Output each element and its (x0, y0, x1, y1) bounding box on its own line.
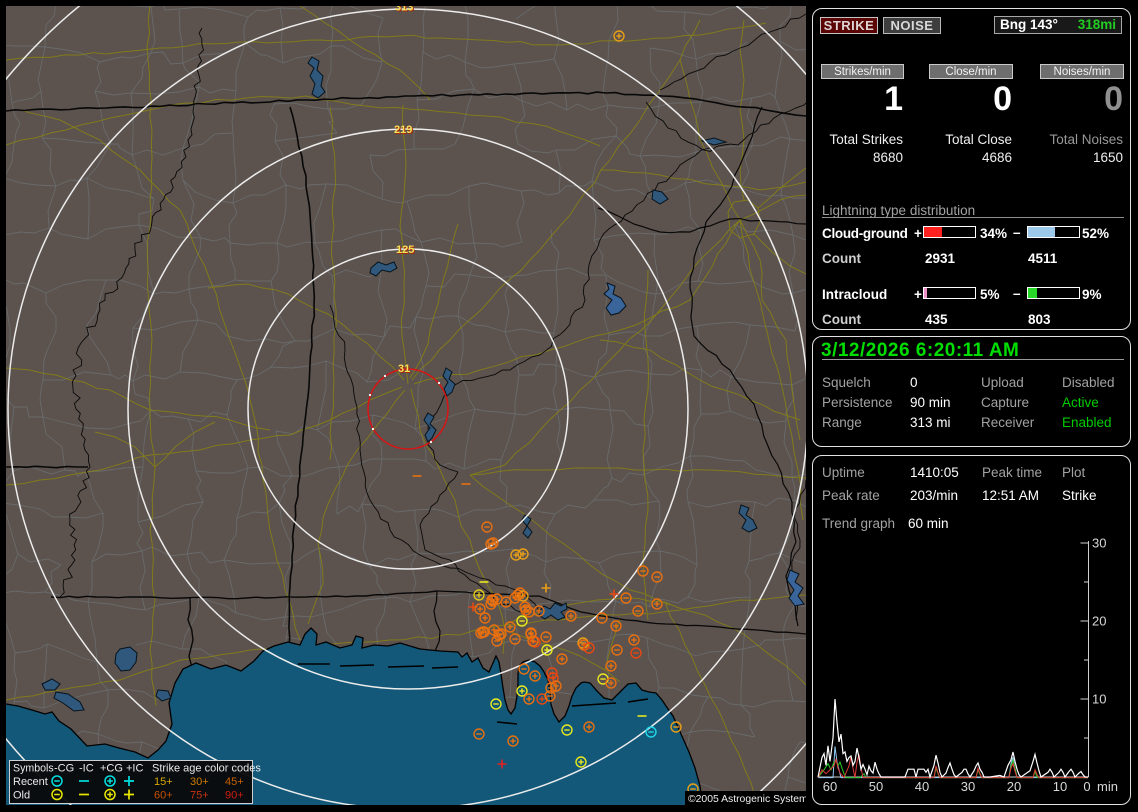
svg-text:+CG: +CG (100, 763, 123, 775)
svg-text:-IC: -IC (79, 763, 94, 775)
svg-text:30+: 30+ (190, 776, 209, 788)
svg-text:10: 10 (1092, 692, 1106, 707)
svg-text:Recent: Recent (13, 776, 48, 788)
svg-text:219: 219 (394, 124, 412, 136)
svg-text:Old: Old (13, 790, 30, 802)
svg-text:50: 50 (869, 779, 883, 794)
svg-text:10: 10 (1053, 779, 1067, 794)
svg-text:40: 40 (915, 779, 929, 794)
svg-text:30: 30 (961, 779, 975, 794)
svg-text:125: 125 (396, 244, 414, 256)
svg-text:-CG: -CG (54, 763, 74, 775)
svg-text:45+: 45+ (225, 776, 244, 788)
svg-text:min: min (1097, 779, 1118, 794)
svg-text:75+: 75+ (190, 790, 209, 802)
svg-text:30: 30 (1092, 536, 1106, 551)
svg-text:©2005 Astrogenic Systems: ©2005 Astrogenic Systems (688, 794, 813, 805)
svg-text:Symbols: Symbols (13, 763, 54, 775)
svg-text:20: 20 (1092, 614, 1106, 629)
svg-text:20: 20 (1007, 779, 1021, 794)
svg-text:90+: 90+ (225, 790, 244, 802)
svg-text:Strike age color codes: Strike age color codes (152, 763, 261, 775)
svg-text:31: 31 (398, 363, 410, 375)
svg-text:60+: 60+ (154, 790, 173, 802)
svg-text:313: 313 (395, 2, 413, 14)
svg-text:+IC: +IC (126, 763, 143, 775)
svg-text:60: 60 (823, 779, 837, 794)
svg-text:15+: 15+ (154, 776, 173, 788)
svg-text:0: 0 (1083, 779, 1090, 794)
